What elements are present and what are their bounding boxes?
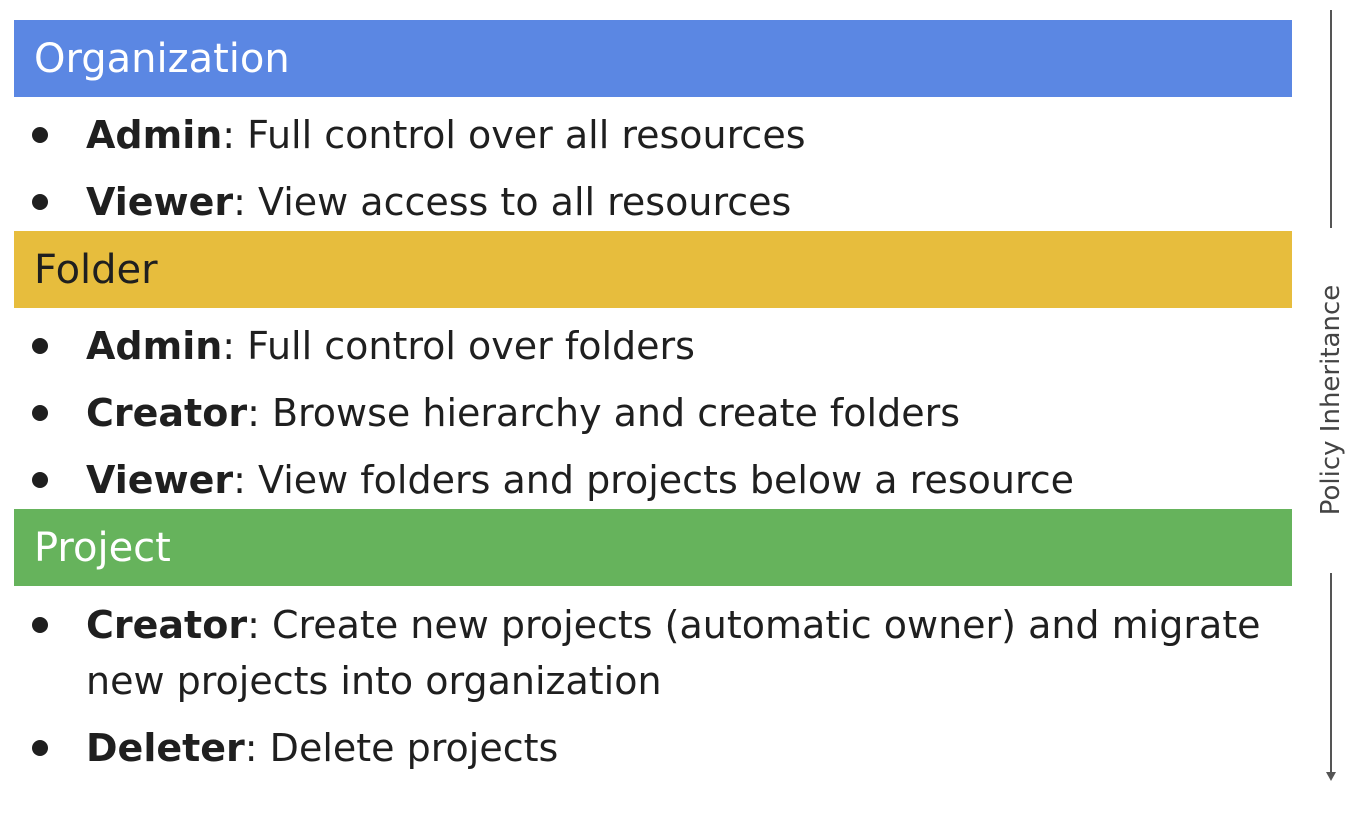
folder-header: Folder	[14, 231, 1292, 308]
organization-header: Organization	[14, 20, 1292, 97]
bullet-icon	[32, 452, 86, 508]
bullet-icon	[32, 318, 86, 374]
bullet-icon	[32, 174, 86, 230]
list-item: Admin: Full control over all resources	[32, 107, 1272, 163]
list-item: Admin: Full control over folders	[32, 318, 1272, 374]
list-item: Creator: Create new projects (automatic …	[32, 597, 1272, 709]
role-description: : Browse hierarchy and create folders	[247, 391, 961, 435]
policy-inheritance-label: Policy Inheritance	[1316, 284, 1346, 516]
role-name: Creator	[86, 603, 248, 647]
role-name: Admin	[86, 324, 223, 368]
list-item: Deleter: Delete projects	[32, 720, 1272, 776]
role-description: : View folders and projects below a reso…	[233, 458, 1075, 502]
inheritance-arrow-line-top	[1330, 10, 1332, 228]
role-description: : View access to all resources	[233, 180, 792, 224]
arrow-down-icon	[1326, 772, 1336, 781]
role-description: : Full control over all resources	[222, 113, 806, 157]
list-item: Creator: Browse hierarchy and create fol…	[32, 385, 1272, 441]
bullet-icon	[32, 597, 86, 653]
folder-title: Folder	[34, 246, 158, 293]
project-header: Project	[14, 509, 1292, 586]
role-name: Viewer	[86, 458, 234, 502]
role-name: Viewer	[86, 180, 234, 224]
role-name: Creator	[86, 391, 248, 435]
role-name: Admin	[86, 113, 223, 157]
project-title: Project	[34, 524, 171, 571]
list-item: Viewer: View access to all resources	[32, 174, 1272, 230]
bullet-icon	[32, 107, 86, 163]
role-description: : Full control over folders	[222, 324, 695, 368]
bullet-icon	[32, 385, 86, 441]
list-item: Viewer: View folders and projects below …	[32, 452, 1272, 508]
organization-title: Organization	[34, 35, 290, 82]
role-description: : Create new projects (automatic owner) …	[86, 603, 1261, 703]
bullet-icon	[32, 720, 86, 776]
inheritance-arrow-line-bottom	[1330, 573, 1332, 773]
role-description: : Delete projects	[244, 726, 559, 770]
role-name: Deleter	[86, 726, 245, 770]
